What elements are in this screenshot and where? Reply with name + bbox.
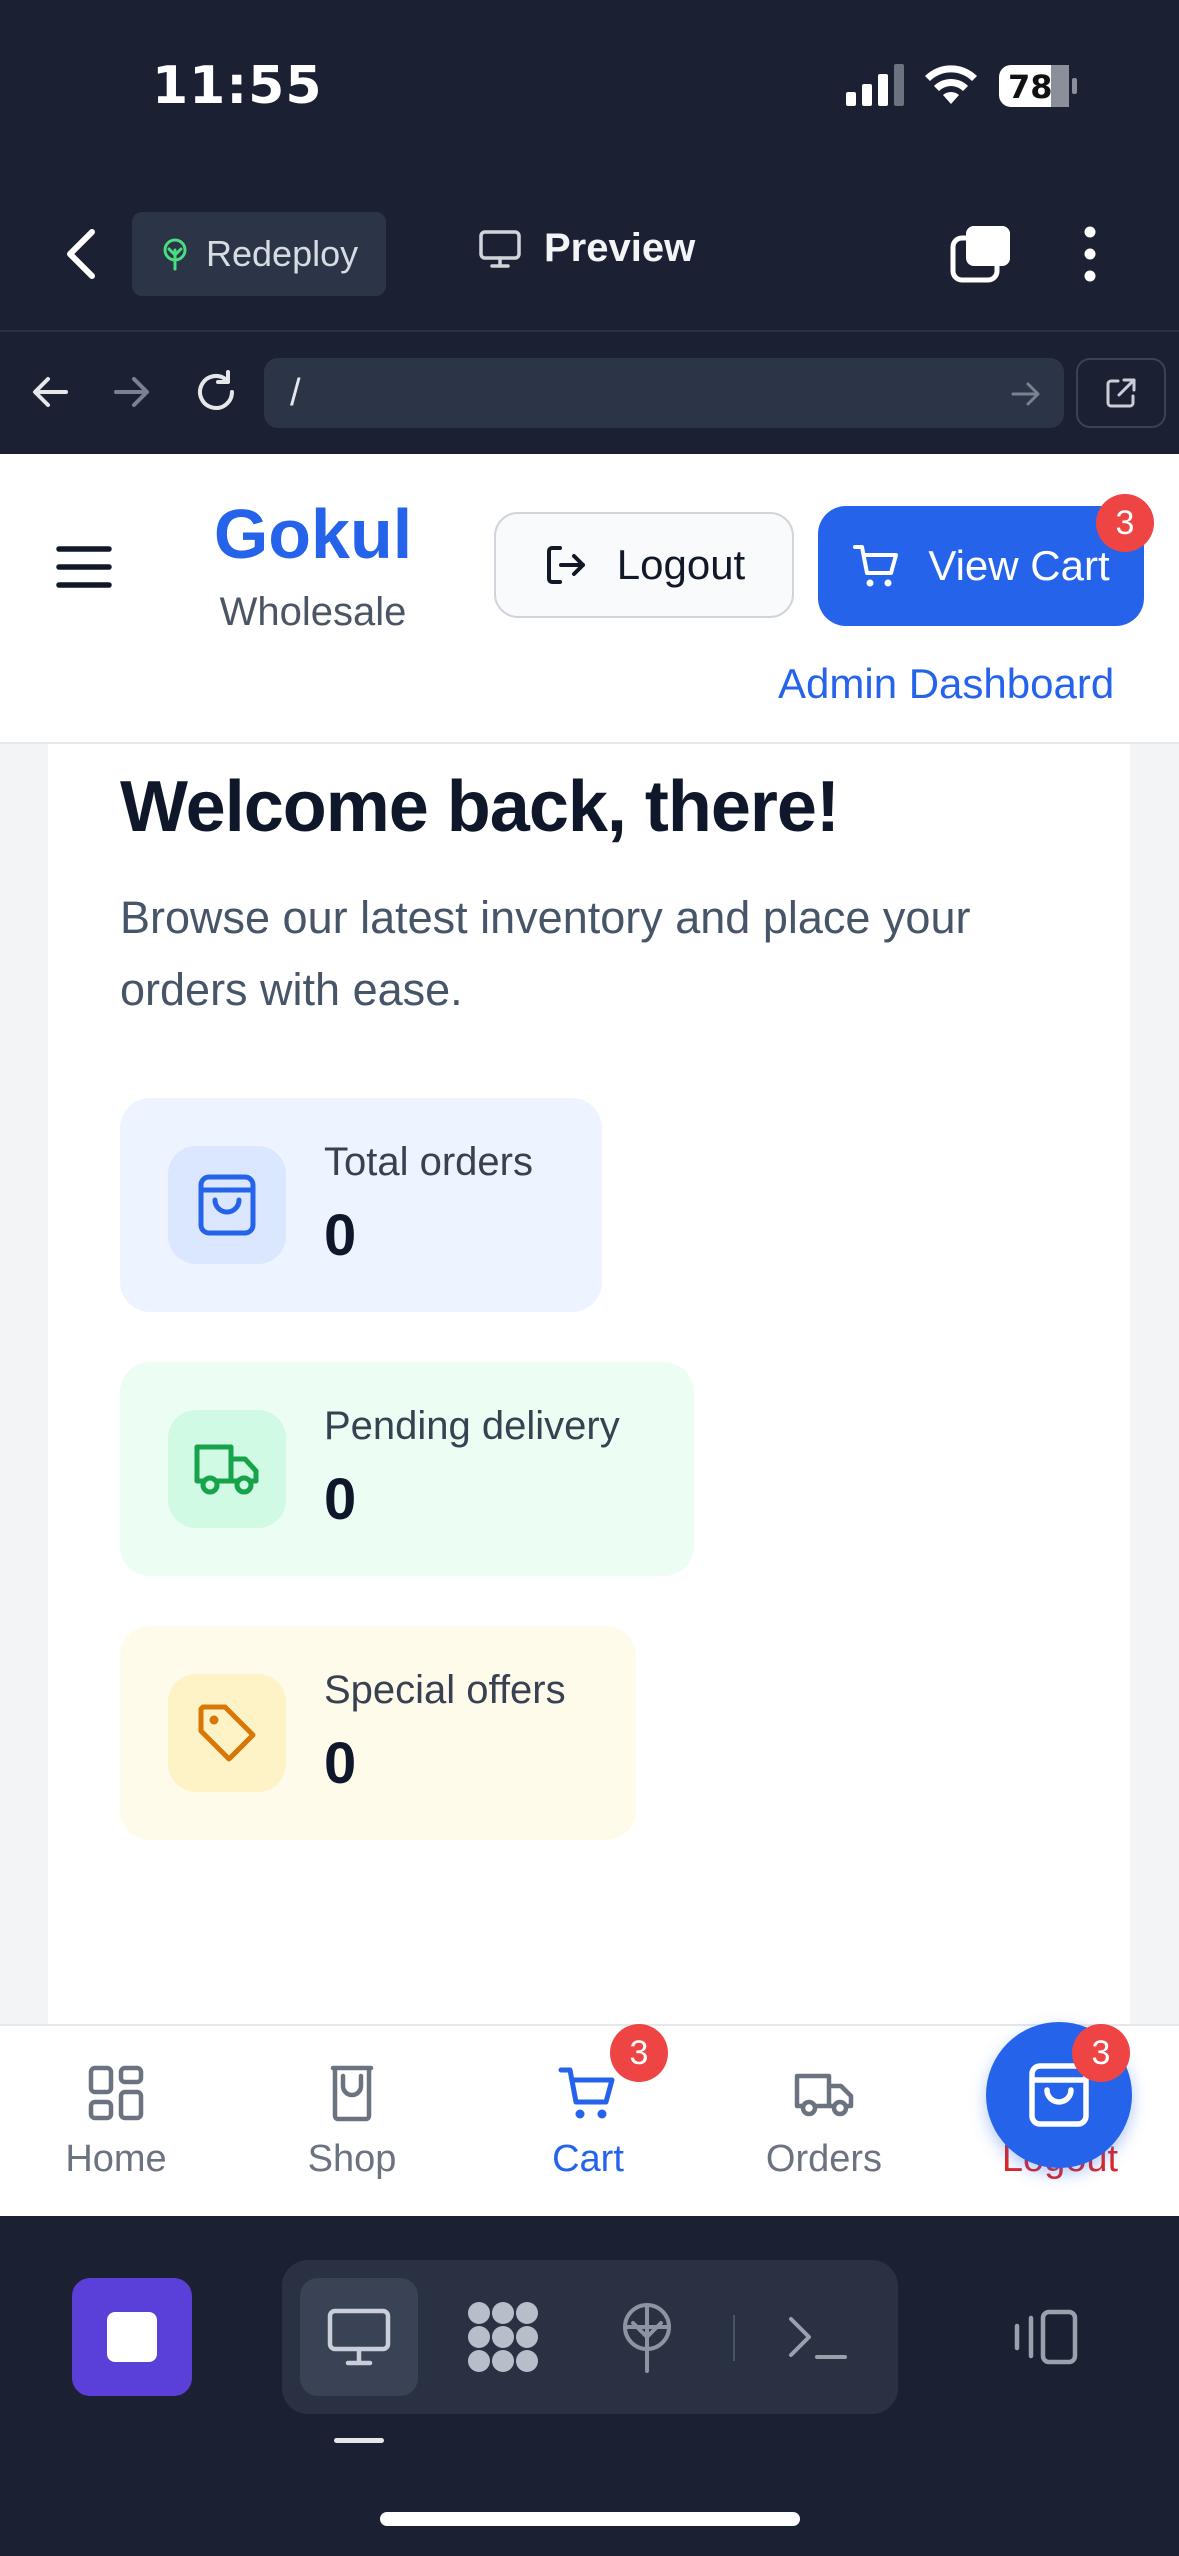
url-path: /: [290, 371, 301, 414]
nav-label: Cart: [552, 2138, 624, 2180]
view-cart-label: View Cart: [928, 542, 1110, 589]
monitor-icon: [479, 229, 521, 268]
nav-label: Orders: [765, 2138, 883, 2180]
preview-tab[interactable]: Preview: [478, 226, 695, 271]
brand-subtitle: Wholesale: [219, 590, 407, 634]
shopping-bag-icon: [198, 1174, 256, 1236]
hamburger-menu-icon[interactable]: [56, 544, 112, 590]
apps-grid-icon: [468, 2302, 538, 2372]
cart-icon: [558, 2067, 615, 2119]
stat-value: 0: [324, 1731, 357, 1796]
battery-icon: 78: [998, 64, 1078, 108]
welcome-title: Welcome back, there!: [120, 767, 840, 847]
welcome-subtitle: Browse our latest inventory and place yo…: [120, 892, 971, 1015]
stat-icon-wrap: [168, 1146, 286, 1264]
nav-label: Home: [65, 2138, 167, 2180]
monitor-icon: [327, 2308, 391, 2366]
status-bar: 11:55 78: [0, 0, 1179, 180]
truck-icon: [194, 1444, 259, 1495]
tool-deploy[interactable]: [588, 2278, 706, 2396]
tool-separator: [733, 2315, 735, 2361]
nav-home[interactable]: Home: [26, 2062, 206, 2181]
stat-value: 0: [324, 1467, 357, 1532]
tool-terminal[interactable]: [758, 2278, 876, 2396]
cart-count-badge: 3: [1096, 494, 1154, 552]
more-vertical-icon[interactable]: [1070, 224, 1110, 284]
deploy-tree-icon: [623, 2303, 671, 2373]
browser-back-icon[interactable]: [26, 368, 74, 416]
nav-cart-badge: 3: [610, 2024, 668, 2082]
home-indicator: [380, 2512, 800, 2526]
logout-icon: [546, 546, 585, 584]
tag-icon: [198, 1704, 256, 1762]
cart-icon: [853, 545, 899, 587]
nav-cart[interactable]: Cart: [498, 2062, 678, 2181]
url-input[interactable]: /: [264, 358, 1064, 428]
admin-dashboard-link[interactable]: Admin Dashboard: [778, 660, 1114, 708]
welcome-card: Welcome back, there! Browse our latest i…: [48, 744, 1130, 2216]
cellular-signal-icon: [846, 64, 904, 106]
active-tab-indicator: [334, 2438, 384, 2443]
stat-card-total-orders: Total orders 0: [120, 1098, 602, 1312]
status-time: 11:55: [152, 56, 323, 116]
stop-button[interactable]: [72, 2278, 192, 2396]
nav-label: Shop: [307, 2138, 397, 2180]
go-arrow-icon[interactable]: [1008, 376, 1044, 412]
brand-name[interactable]: Gokul: [210, 494, 416, 574]
site-header: Gokul Wholesale Logout View Cart 3 Admin…: [0, 454, 1179, 744]
redeploy-label: Redeploy: [206, 233, 359, 274]
split-view-button[interactable]: [986, 2278, 1104, 2396]
stat-card-special-offers: Special offers 0: [120, 1626, 636, 1840]
stat-label: Pending delivery: [324, 1404, 620, 1448]
truck-icon: [794, 2073, 854, 2117]
back-chevron-icon[interactable]: [62, 228, 102, 280]
stat-icon-wrap: [168, 1410, 286, 1528]
tool-extensions[interactable]: [444, 2278, 562, 2396]
wifi-icon: [925, 65, 977, 104]
shop-icon: [330, 2065, 374, 2122]
deploy-tree-icon: [163, 238, 187, 271]
stat-label: Special offers: [324, 1668, 566, 1712]
split-panel-icon: [1014, 2309, 1078, 2365]
nav-shop[interactable]: Shop: [262, 2062, 442, 2181]
grid-icon: [88, 2065, 144, 2121]
preview-label: Preview: [544, 226, 696, 270]
web-preview: Gokul Wholesale Logout View Cart 3 Admin…: [0, 454, 1179, 2216]
stat-icon-wrap: [168, 1674, 286, 1792]
stop-icon: [107, 2312, 157, 2362]
redeploy-button[interactable]: Redeploy: [132, 212, 386, 296]
logout-button[interactable]: Logout: [494, 512, 794, 618]
reload-icon[interactable]: [192, 368, 240, 416]
logout-label: Logout: [616, 541, 746, 588]
tool-preview[interactable]: [300, 2278, 418, 2396]
external-link-icon: [1106, 378, 1136, 408]
battery-level: 78: [1008, 68, 1053, 106]
stat-label: Total orders: [324, 1140, 533, 1184]
stat-value: 0: [324, 1203, 357, 1268]
tabs-switcher-icon[interactable]: [950, 224, 1012, 284]
browser-forward-icon[interactable]: [108, 368, 156, 416]
nav-orders[interactable]: Orders: [734, 2062, 914, 2181]
open-external-button[interactable]: [1076, 358, 1166, 428]
stat-card-pending-delivery: Pending delivery 0: [120, 1362, 694, 1576]
fab-cart-badge: 3: [1072, 2024, 1130, 2082]
terminal-icon: [789, 2317, 847, 2359]
